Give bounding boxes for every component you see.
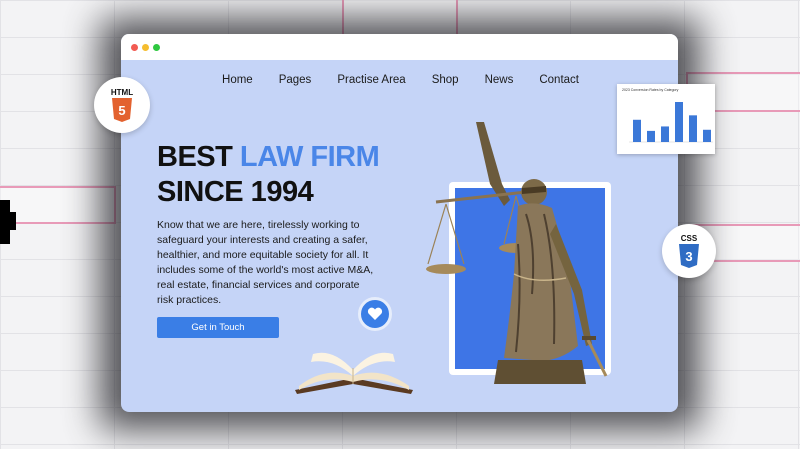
mini-chart-plot <box>629 102 713 143</box>
maximize-dot[interactable] <box>153 43 160 51</box>
nav-pages[interactable]: Pages <box>279 74 312 86</box>
favorite-badge[interactable] <box>358 297 392 331</box>
edge-marker-tab <box>0 212 16 230</box>
deco-rect-left <box>0 186 116 224</box>
hero-title: BEST LAW FIRM SINCE 1994 <box>157 140 380 210</box>
nav-practise-area[interactable]: Practise Area <box>337 74 405 86</box>
hero-description: Know that we are here, tirelessly workin… <box>157 219 374 306</box>
nav-news[interactable]: News <box>485 74 514 86</box>
open-book-image <box>295 352 413 394</box>
html5-shield-icon: 5 <box>112 98 132 122</box>
mini-chart-bar <box>703 129 711 142</box>
css3-glyph: 3 <box>685 249 692 264</box>
mini-chart-bar <box>675 102 683 142</box>
mini-chart-bar <box>661 126 669 142</box>
main-nav: Home Pages Practise Area Shop News Conta… <box>121 74 678 86</box>
hero-title-accent: LAW FIRM <box>239 141 380 173</box>
hero-title-line2: SINCE 1994 <box>157 176 314 208</box>
css3-badge: CSS 3 <box>662 224 716 278</box>
browser-window: Home Pages Practise Area Shop News Conta… <box>121 34 678 412</box>
heart-icon <box>367 307 383 320</box>
nav-shop[interactable]: Shop <box>432 74 459 86</box>
mini-chart-bar <box>633 119 641 142</box>
html5-badge: HTML 5 <box>94 77 150 133</box>
html5-glyph: 5 <box>118 103 125 118</box>
css3-badge-label: CSS <box>680 234 698 243</box>
lady-justice-statue-image <box>426 122 608 384</box>
get-in-touch-button[interactable]: Get in Touch <box>157 317 279 338</box>
mini-chart-bar <box>689 115 697 142</box>
html5-badge-label: HTML <box>110 88 134 97</box>
nav-contact[interactable]: Contact <box>539 74 579 86</box>
close-dot[interactable] <box>131 43 138 51</box>
mini-chart-bar <box>647 130 655 142</box>
css3-shield-icon: 3 <box>679 244 699 268</box>
minimize-dot[interactable] <box>142 43 149 51</box>
mini-chart-card: 2023 Conversion Rates by Category <box>617 84 715 154</box>
hero-title-prefix: BEST <box>157 141 240 173</box>
browser-titlebar <box>121 34 678 60</box>
nav-home[interactable]: Home <box>222 74 253 86</box>
